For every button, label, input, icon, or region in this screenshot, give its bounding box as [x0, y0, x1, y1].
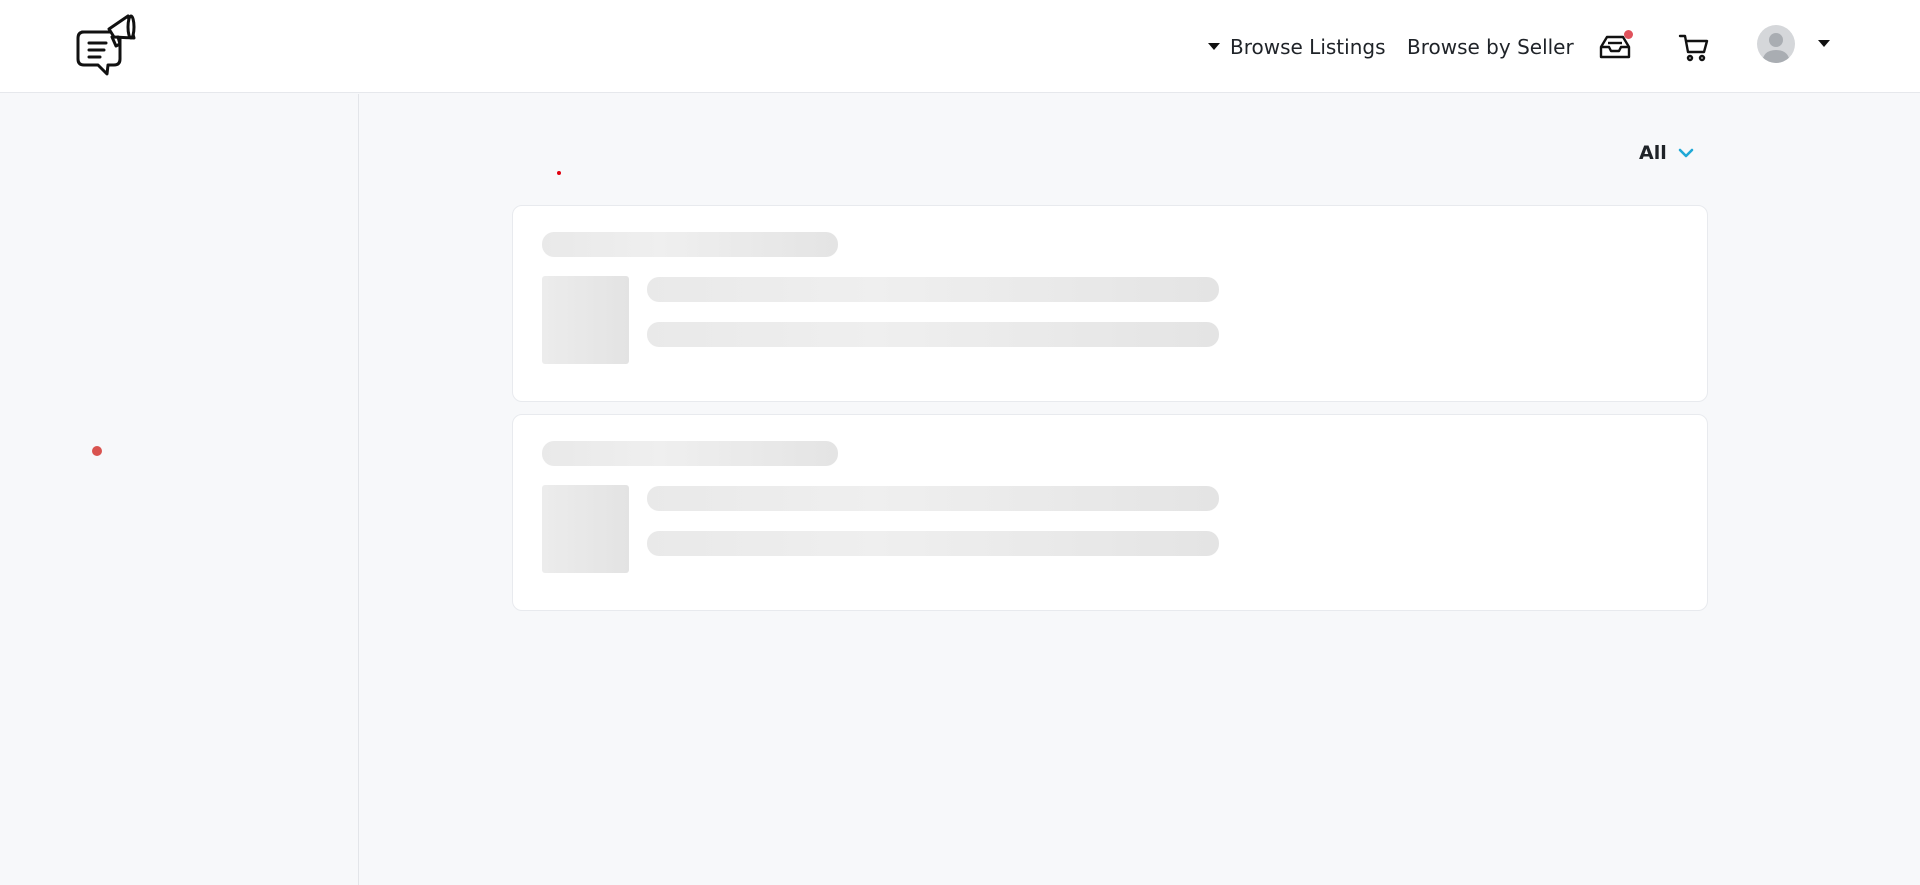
loading-indicator-dot [557, 171, 561, 175]
browse-by-seller-link[interactable]: Browse by Seller [1407, 0, 1574, 93]
browse-listings-menu[interactable]: Browse Listings [1208, 0, 1386, 93]
skeleton-card [512, 205, 1708, 402]
skeleton-thumbnail [542, 276, 629, 364]
megaphone-chat-icon[interactable] [76, 13, 138, 79]
account-dropdown-caret-icon[interactable] [1818, 40, 1830, 47]
skeleton-title [542, 441, 838, 466]
skeleton-card [512, 414, 1708, 611]
notification-badge [1624, 30, 1633, 39]
filter-dropdown[interactable]: All [1639, 142, 1695, 164]
caret-down-icon [1208, 43, 1220, 50]
cart-button[interactable] [1678, 32, 1710, 62]
skeleton-line [647, 531, 1219, 556]
skeleton-line [647, 486, 1219, 511]
skeleton-line [647, 322, 1219, 347]
skeleton-thumbnail [542, 485, 629, 573]
chevron-down-icon [1678, 148, 1694, 158]
sidebar [0, 94, 359, 885]
sidebar-loading-dot [92, 446, 102, 456]
inbox-button[interactable] [1598, 30, 1633, 61]
filter-selected-label: All [1639, 142, 1667, 164]
browse-listings-label: Browse Listings [1230, 34, 1386, 59]
top-navbar: Browse Listings Browse by Seller [0, 0, 1920, 93]
skeleton-line [647, 277, 1219, 302]
user-avatar-icon[interactable] [1757, 25, 1795, 63]
browse-by-seller-label: Browse by Seller [1407, 34, 1574, 59]
shopping-cart-icon [1678, 34, 1709, 62]
skeleton-title [542, 232, 838, 257]
